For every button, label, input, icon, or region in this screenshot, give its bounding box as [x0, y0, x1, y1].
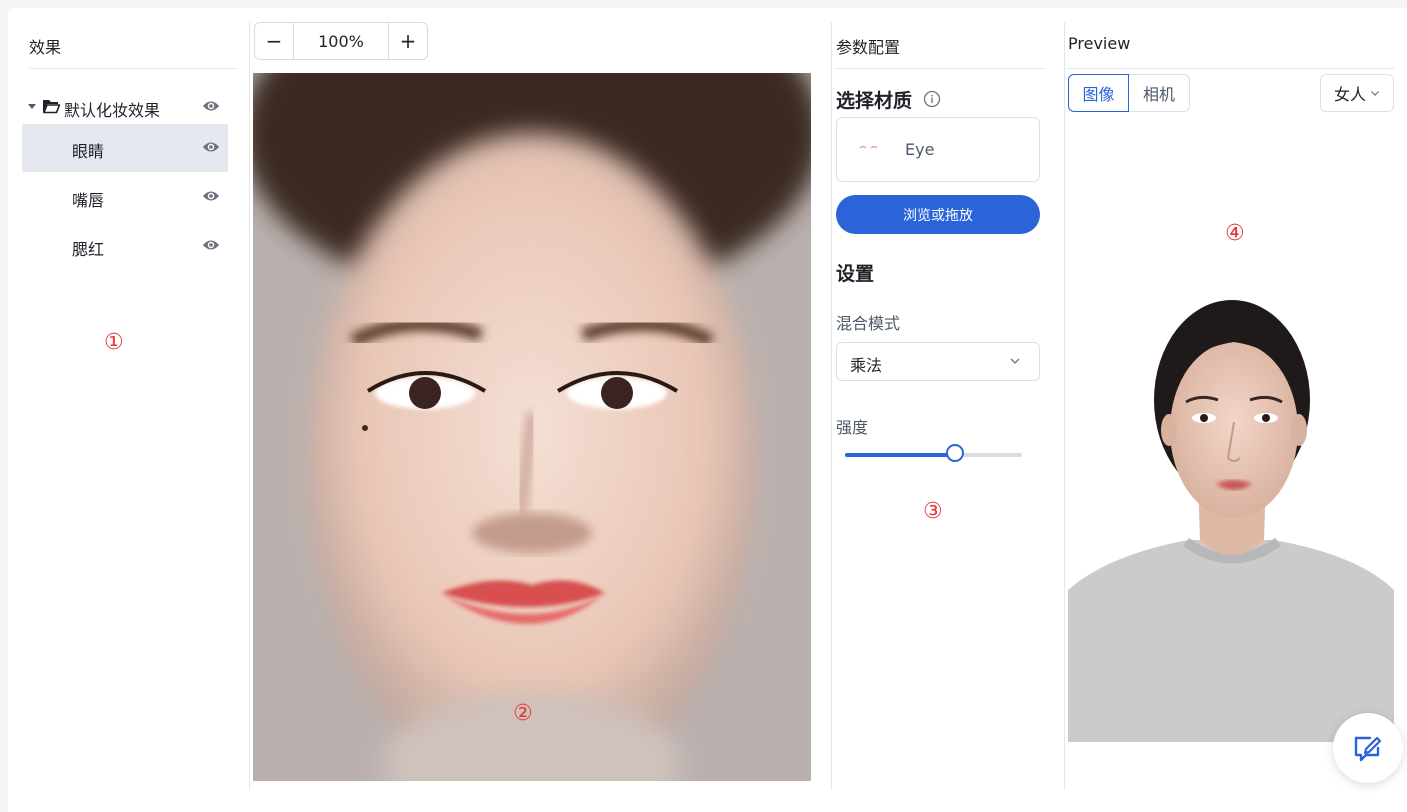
zoom-in-button[interactable]: +: [389, 23, 427, 59]
material-card[interactable]: Eye: [836, 117, 1040, 182]
header-divider: [1068, 68, 1394, 69]
face-texture-image: [253, 73, 811, 781]
chevron-down-icon: [1371, 90, 1379, 96]
info-icon[interactable]: [923, 90, 941, 108]
annotation-marker-3: ③: [923, 499, 943, 524]
eye-icon[interactable]: [202, 238, 220, 252]
zoom-value: 100%: [293, 23, 389, 59]
select-material-title: 选择材质: [836, 90, 913, 112]
annotation-marker-1: ①: [104, 330, 124, 355]
eye-icon[interactable]: [202, 189, 220, 203]
preview-title: Preview: [1068, 34, 1131, 53]
tree-item-label: 眼睛: [72, 142, 105, 161]
annotation-marker-4: ④: [1225, 221, 1245, 246]
slider-fill: [845, 453, 955, 457]
eye-icon[interactable]: [202, 140, 220, 154]
eye-icon[interactable]: [202, 99, 220, 113]
zoom-control: − 100% +: [254, 22, 428, 60]
tree-item-label: 腮红: [72, 240, 105, 259]
browse-or-drop-button[interactable]: 浏览或拖放: [836, 195, 1040, 234]
material-name: Eye: [905, 140, 935, 159]
slider-thumb[interactable]: [945, 444, 964, 462]
blend-mode-label: 混合模式: [836, 314, 901, 333]
zoom-out-button[interactable]: −: [255, 23, 293, 59]
preview-portrait: [1068, 300, 1394, 742]
strength-slider[interactable]: [845, 444, 1022, 462]
edit-feedback-icon: [1354, 736, 1382, 762]
makeup-canvas[interactable]: ②: [253, 73, 811, 781]
tab-camera[interactable]: 相机: [1129, 74, 1190, 112]
tree-item-blush[interactable]: 腮红: [22, 222, 228, 270]
params-title: 参数配置: [836, 38, 901, 57]
folder-open-icon: [42, 100, 60, 114]
material-thumbnail: [859, 145, 878, 149]
header-divider: [836, 68, 1044, 69]
annotation-marker-2: ②: [513, 701, 533, 726]
tree-group-label: 默认化妆效果: [64, 101, 161, 120]
tab-image[interactable]: 图像: [1068, 74, 1129, 112]
header-divider: [29, 68, 236, 69]
preview-source-tabs: 图像 相机: [1068, 74, 1190, 112]
strength-label: 强度: [836, 418, 869, 437]
tree-item-label: 嘴唇: [72, 191, 105, 210]
effects-title: 效果: [29, 38, 62, 57]
chevron-down-icon: [1010, 358, 1020, 364]
caret-down-icon[interactable]: [28, 104, 36, 109]
feedback-button[interactable]: [1333, 713, 1403, 783]
blend-mode-value: 乘法: [850, 356, 883, 375]
settings-title: 设置: [836, 263, 875, 285]
divider: [831, 22, 832, 790]
preview-image: [1068, 290, 1394, 742]
model-select-value: 女人: [1333, 85, 1366, 104]
divider: [249, 22, 250, 790]
blend-mode-select[interactable]: 乘法: [836, 342, 1040, 381]
tree-item-eyes[interactable]: 眼睛: [22, 124, 228, 172]
model-select[interactable]: 女人: [1320, 74, 1394, 112]
divider: [1064, 22, 1065, 790]
tree-item-lips[interactable]: 嘴唇: [22, 173, 228, 221]
